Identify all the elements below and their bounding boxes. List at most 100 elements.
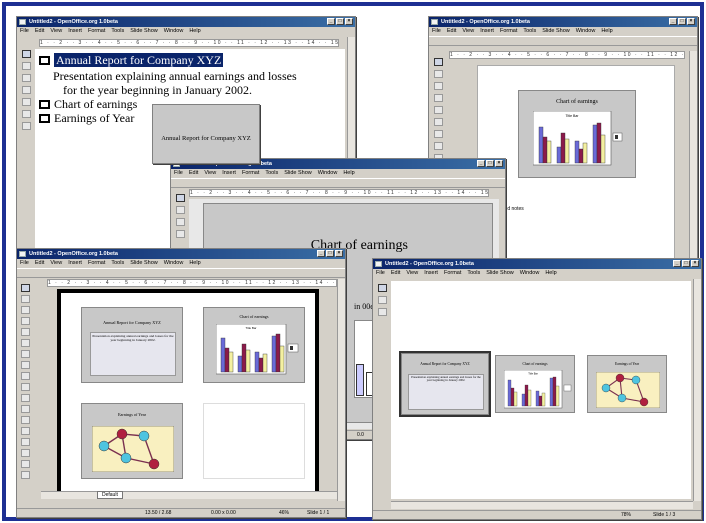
select-tool-icon[interactable] [433,58,443,66]
menu-tools[interactable]: Tools [111,27,124,36]
menu-tools[interactable]: Tools [467,269,480,278]
menu-insert[interactable]: Insert [424,269,438,278]
wide-slide-1[interactable]: Annual Report for Company XYZ Presentati… [399,351,491,417]
sorter-slide-1[interactable]: Annual Report for Company XYZ Presentati… [81,307,183,383]
menu-view[interactable]: View [204,169,216,178]
menu-slide-show[interactable]: Slide Show [486,269,514,278]
select-tool-icon[interactable] [377,284,387,292]
notes-page[interactable]: Chart of earnings Title Bar notes [477,65,675,273]
menu-window[interactable]: Window [164,27,184,36]
format-tool-icon[interactable] [21,122,31,130]
sorter-wide-canvas[interactable]: Annual Report for Company XYZ Presentati… [391,281,691,499]
rotate-tool-icon[interactable] [20,383,30,391]
line-tool-icon[interactable] [433,142,443,150]
wide-slide-2[interactable]: Chart of earnings Title Bar [495,355,575,413]
rectangle-tool-icon[interactable] [20,317,30,325]
sorter-canvas[interactable]: Annual Report for Company XYZ Presentati… [57,289,319,499]
menu-insert[interactable]: Insert [68,27,82,36]
minimize-button[interactable]: _ [669,18,677,25]
menu-view[interactable]: View [462,27,474,36]
menu-file[interactable]: File [20,259,29,268]
text-tool-icon[interactable] [20,306,30,314]
text-tool-icon[interactable] [175,218,185,226]
vertical-scrollbar[interactable] [689,51,697,273]
sorter-slide-2[interactable]: Chart of earnings Title Bar [203,307,305,383]
minimize-button[interactable]: _ [327,18,335,25]
menu-file[interactable]: File [20,27,29,36]
indent-tool-icon[interactable] [21,86,31,94]
menu-window[interactable]: Window [164,259,184,268]
menu-help[interactable]: Help [601,27,612,36]
menu-format[interactable]: Format [444,269,461,278]
3d-object-icon[interactable] [20,339,30,347]
maximize-button[interactable]: □ [326,250,334,257]
gluepoint-tool-icon[interactable] [20,449,30,457]
maximize-button[interactable]: □ [336,18,344,25]
zoom-tool-icon[interactable] [377,296,387,304]
close-button[interactable]: × [335,250,343,257]
rectangle-tool-icon[interactable] [175,230,185,238]
outline-body-line-1[interactable]: Presentation explaining annual earnings … [53,69,297,84]
interaction-tool-icon[interactable] [20,460,30,468]
align-tool-icon[interactable] [20,394,30,402]
insert-tool-icon[interactable] [20,416,30,424]
line-tool-icon[interactable] [20,361,30,369]
ellipse-tool-icon[interactable] [433,106,443,114]
wide-slide-3[interactable]: Earnings of Year [587,355,667,413]
horizontal-scrollbar[interactable] [391,501,693,509]
effects-tool-icon[interactable] [20,427,30,435]
outline-item-1[interactable]: Annual Report for Company XYZ [39,53,224,68]
menu-view[interactable]: View [50,27,62,36]
menu-slide-show[interactable]: Slide Show [284,169,312,178]
close-button[interactable]: × [687,18,695,25]
menu-file[interactable]: File [376,269,385,278]
menu-format[interactable]: Format [242,169,259,178]
select-tool-icon[interactable] [21,50,31,58]
menu-tools[interactable]: Tools [523,27,536,36]
sorter-slide-3[interactable]: Earnings of Year [81,403,183,479]
menu-help[interactable]: Help [545,269,556,278]
horizontal-ruler[interactable]: 1 · · 2 · · 3 · · 4 · · 5 · · 6 · · 7 · … [47,279,337,287]
status-zoom[interactable]: 78% [621,511,631,519]
menu-format[interactable]: Format [88,27,105,36]
3d-effects-icon[interactable] [20,471,30,479]
menu-view[interactable]: View [406,269,418,278]
close-button[interactable]: × [691,260,699,267]
close-button[interactable]: × [345,18,353,25]
horizontal-ruler[interactable]: 1 · · 2 · · 3 · · 4 · · 5 · · 6 · · 7 · … [39,39,339,47]
menu-insert[interactable]: Insert [222,169,236,178]
shadow-tool-icon[interactable] [20,438,30,446]
outline-tool-icon[interactable] [21,74,31,82]
horizontal-scrollbar[interactable] [41,491,337,499]
close-button[interactable]: × [495,160,503,167]
minimize-button[interactable]: _ [477,160,485,167]
menu-slide-show[interactable]: Slide Show [130,259,158,268]
slide-show-icon[interactable] [377,308,387,316]
select-tool-icon[interactable] [175,194,185,202]
menu-edit[interactable]: Edit [391,269,400,278]
notes-window-titlebar[interactable]: Untitled2 - OpenOffice.org 1.0beta _ □ × [429,17,697,27]
ellipse-tool-icon[interactable] [20,328,30,336]
outline-body-line-2[interactable]: for the year beginning in January 2002. [63,83,252,98]
curve-tool-icon[interactable] [433,130,443,138]
menu-window[interactable]: Window [520,269,540,278]
outline-item-2[interactable]: Chart of earnings [39,97,137,112]
menu-window[interactable]: Window [576,27,596,36]
text-tool-icon[interactable] [433,82,443,90]
menu-view[interactable]: View [50,259,62,268]
3d-object-icon[interactable] [433,118,443,126]
zoom-tool-icon[interactable] [20,295,30,303]
status-zoom[interactable]: 46% [279,509,289,517]
minimize-button[interactable]: _ [673,260,681,267]
layer-tab-default[interactable]: Default [97,491,123,499]
zoom-tool-icon[interactable] [175,206,185,214]
zoom-tool-icon[interactable] [21,62,31,70]
menu-help[interactable]: Help [343,169,354,178]
maximize-button[interactable]: □ [682,260,690,267]
notes-slide-preview[interactable]: Chart of earnings Title Bar [518,90,636,178]
menu-insert[interactable]: Insert [68,259,82,268]
menu-edit[interactable]: Edit [189,169,198,178]
menu-help[interactable]: Help [189,27,200,36]
maximize-button[interactable]: □ [678,18,686,25]
arrange-tool-icon[interactable] [20,405,30,413]
